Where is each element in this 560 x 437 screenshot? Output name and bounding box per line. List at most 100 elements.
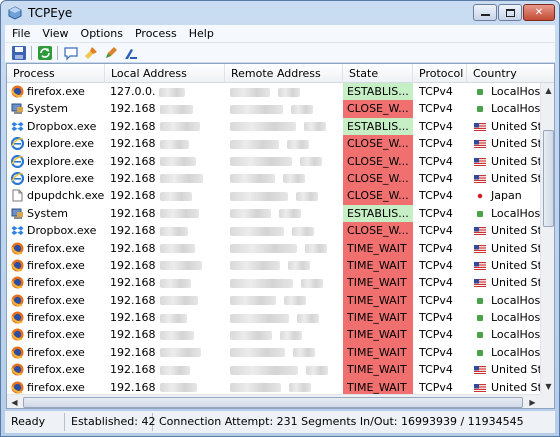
remote-address-cell[interactable]	[225, 118, 343, 135]
process-cell[interactable]: Dropbox.exe	[7, 118, 105, 135]
column-header-country[interactable]: Country	[467, 64, 554, 83]
process-cell[interactable]: iexplore.exe	[7, 153, 105, 170]
process-cell[interactable]: firefox.exe	[7, 292, 105, 309]
local-address-cell[interactable]: 192.168	[105, 170, 225, 187]
state-cell[interactable]: CLOSE_W...	[343, 169, 413, 188]
protocol-cell[interactable]: TCPv4	[413, 100, 467, 117]
table-row[interactable]: firefox.exe 192.168 TIME_WAIT TCPv4 United S…	[7, 256, 540, 275]
tool-icon[interactable]	[123, 45, 139, 61]
state-cell[interactable]: ESTABLIS...	[343, 83, 413, 101]
menu-process[interactable]: Process	[129, 27, 183, 40]
remote-address-cell[interactable]	[225, 222, 343, 239]
remote-address-cell[interactable]	[225, 240, 343, 257]
remote-address-cell[interactable]	[225, 205, 343, 222]
protocol-cell[interactable]: TCPv4	[413, 135, 467, 152]
state-cell[interactable]: TIME_WAIT	[343, 274, 413, 292]
local-address-cell[interactable]: 192.168	[105, 361, 225, 378]
state-cell[interactable]: ESTABLIS...	[343, 117, 413, 136]
remote-address-cell[interactable]	[225, 135, 343, 152]
protocol-cell[interactable]: TCPv4	[413, 326, 467, 343]
country-cell[interactable]: United Stat	[467, 222, 540, 239]
local-address-cell[interactable]: 192.168	[105, 135, 225, 152]
state-cell[interactable]: CLOSE_W...	[343, 152, 413, 170]
scrollbar-thumb[interactable]	[543, 130, 554, 227]
table-row[interactable]: Dropbox.exe 192.168 ESTABLIS... TCPv4 United…	[7, 117, 540, 136]
table-row[interactable]: firefox.exe 192.168 TIME_WAIT TCPv4 LocalHos…	[7, 309, 540, 327]
protocol-cell[interactable]: TCPv4	[413, 205, 467, 222]
process-cell[interactable]: firefox.exe	[7, 83, 105, 100]
scroll-down-icon[interactable]: ▼	[542, 379, 554, 394]
country-cell[interactable]: United Stat	[467, 170, 540, 187]
local-address-cell[interactable]: 192.168	[105, 187, 225, 204]
country-cell[interactable]: Japan	[467, 187, 540, 204]
state-cell[interactable]: TIME_WAIT	[343, 326, 413, 344]
protocol-cell[interactable]: TCPv4	[413, 240, 467, 257]
state-cell[interactable]: CLOSE_W...	[343, 135, 413, 153]
country-cell[interactable]: LocalHost	[467, 326, 540, 343]
country-cell[interactable]: United Stat	[467, 257, 540, 274]
table-row[interactable]: Dropbox.exe 192.168 CLOSE_W... TCPv4 United …	[7, 222, 540, 240]
remote-address-cell[interactable]	[225, 274, 343, 291]
process-cell[interactable]: firefox.exe	[7, 309, 105, 326]
country-cell[interactable]: LocalHost	[467, 205, 540, 222]
local-address-cell[interactable]: 192.168	[105, 309, 225, 326]
remote-address-cell[interactable]	[225, 187, 343, 204]
process-cell[interactable]: iexplore.exe	[7, 170, 105, 187]
process-cell[interactable]: dpupdchk.exe	[7, 187, 105, 204]
table-row[interactable]: firefox.exe 192.168 TIME_WAIT TCPv4 United S…	[7, 274, 540, 292]
column-header-local-address[interactable]: Local Address	[105, 64, 225, 83]
table-row[interactable]: dpupdchk.exe 192.168 CLOSE_W... TCPv4 Japan	[7, 187, 540, 205]
local-address-cell[interactable]: 192.168	[105, 257, 225, 274]
menu-view[interactable]: View	[36, 27, 74, 40]
table-row[interactable]: iexplore.exe 192.168 CLOSE_W... TCPv4 United…	[7, 169, 540, 188]
horizontal-scrollbar[interactable]: ◀ ▶	[7, 394, 540, 408]
country-cell[interactable]: United Stat	[467, 153, 540, 170]
scroll-up-icon[interactable]: ▲	[542, 83, 554, 98]
remote-address-cell[interactable]	[225, 257, 343, 274]
process-cell[interactable]: iexplore.exe	[7, 135, 105, 152]
remote-address-cell[interactable]	[225, 100, 343, 117]
remote-address-cell[interactable]	[225, 361, 343, 378]
process-cell[interactable]: firefox.exe	[7, 257, 105, 274]
local-address-cell[interactable]: 192.168	[105, 344, 225, 361]
remote-address-cell[interactable]	[225, 309, 343, 326]
country-cell[interactable]: United Stat	[467, 361, 540, 378]
maximize-button[interactable]	[498, 4, 522, 21]
country-cell[interactable]: United Stat	[467, 274, 540, 291]
pen-icon[interactable]	[103, 45, 119, 61]
state-cell[interactable]: CLOSE_W...	[343, 222, 413, 240]
local-address-cell[interactable]: 192.168	[105, 100, 225, 117]
table-row[interactable]: firefox.exe 192.168 TIME_WAIT TCPv4 LocalHos…	[7, 343, 540, 362]
menu-file[interactable]: File	[5, 27, 36, 40]
state-cell[interactable]: TIME_WAIT	[343, 309, 413, 327]
protocol-cell[interactable]: TCPv4	[413, 118, 467, 135]
country-cell[interactable]: United Stat	[467, 240, 540, 257]
state-cell[interactable]: CLOSE_W...	[343, 187, 413, 205]
local-address-cell[interactable]: 127.0.0.	[105, 83, 225, 100]
menu-options[interactable]: Options	[75, 27, 129, 40]
protocol-cell[interactable]: TCPv4	[413, 153, 467, 170]
protocol-cell[interactable]: TCPv4	[413, 274, 467, 291]
local-address-cell[interactable]: 192.168	[105, 292, 225, 309]
scroll-left-icon[interactable]: ◀	[7, 395, 22, 408]
scrollbar-thumb[interactable]	[23, 397, 523, 408]
country-cell[interactable]: LocalHost	[467, 100, 540, 117]
remote-address-cell[interactable]	[225, 83, 343, 100]
country-cell[interactable]: LocalHost	[467, 292, 540, 309]
table-row[interactable]: System 192.168 CLOSE_W... TCPv4 LocalHost	[7, 100, 540, 118]
vertical-scrollbar[interactable]: ▲ ▼	[540, 83, 554, 394]
local-address-cell[interactable]: 192.168	[105, 222, 225, 239]
title-bar[interactable]: TCPEye ✕	[1, 1, 559, 25]
process-cell[interactable]: firefox.exe	[7, 274, 105, 291]
remote-address-cell[interactable]	[225, 344, 343, 361]
table-row[interactable]: firefox.exe 192.168 TIME_WAIT TCPv4 LocalHos…	[7, 326, 540, 344]
protocol-cell[interactable]: TCPv4	[413, 257, 467, 274]
refresh-icon[interactable]	[37, 45, 53, 61]
remote-address-cell[interactable]	[225, 292, 343, 309]
remote-address-cell[interactable]	[225, 170, 343, 187]
table-row[interactable]: iexplore.exe 192.168 CLOSE_W... TCPv4 United…	[7, 152, 540, 170]
column-header-process[interactable]: Process	[7, 64, 105, 83]
menu-help[interactable]: Help	[183, 27, 220, 40]
column-header-remote-address[interactable]: Remote Address	[225, 64, 343, 83]
local-address-cell[interactable]: 192.168	[105, 326, 225, 343]
